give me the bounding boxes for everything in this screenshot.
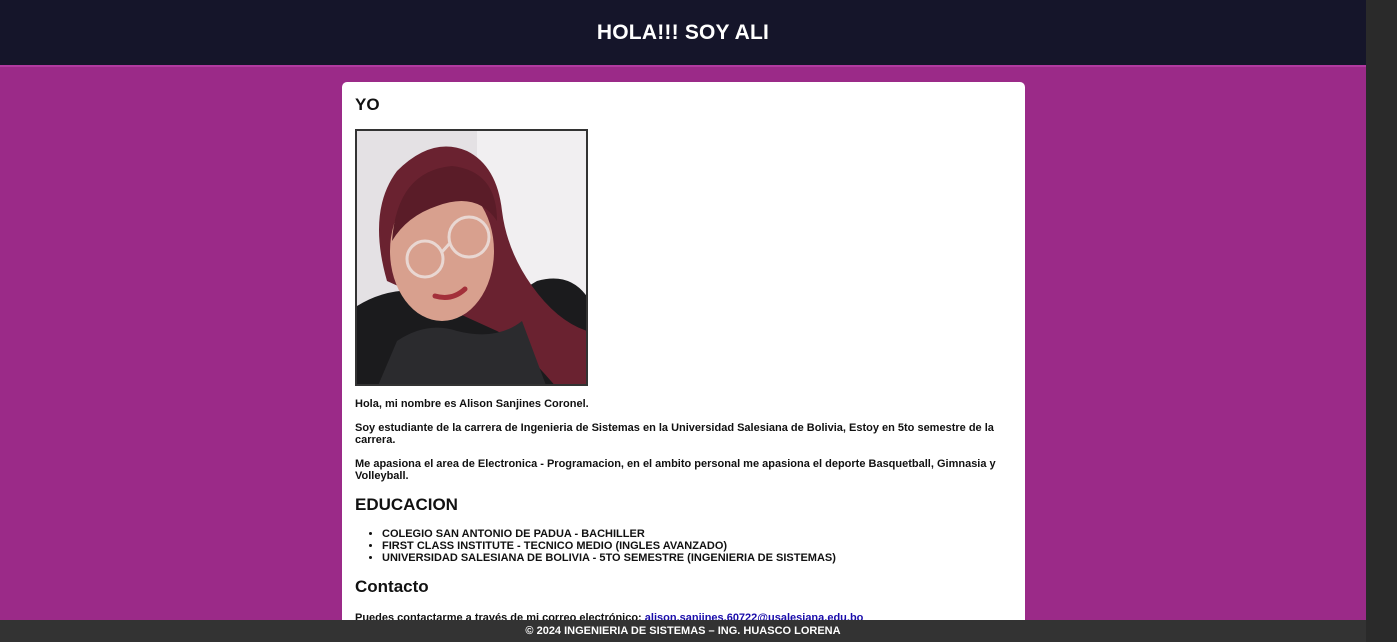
about-heading: YO — [355, 95, 380, 114]
site-header: HOLA!!! SOY ALI — [0, 0, 1366, 67]
list-item: COLEGIO SAN ANTONIO DE PADUA - BACHILLER — [382, 528, 1012, 540]
site-footer: © 2024 INGENIERIA DE SISTEMAS – ING. HUA… — [0, 620, 1366, 642]
study-text: Soy estudiante de la carrera de Ingenier… — [355, 422, 994, 446]
contact-heading: Contacto — [355, 577, 429, 596]
education-list: COLEGIO SAN ANTONIO DE PADUA - BACHILLER… — [355, 528, 1012, 564]
education-heading: EDUCACION — [355, 495, 458, 514]
scrollbar[interactable] — [1366, 0, 1397, 642]
intro-text: Hola, mi nombre es Alison Sanjines Coron… — [355, 398, 589, 410]
passion-text: Me apasiona el area de Electronica - Pro… — [355, 458, 996, 482]
list-item: FIRST CLASS INSTITUTE - TECNICO MEDIO (I… — [382, 540, 1012, 552]
scrollbar-thumb[interactable] — [1366, 0, 1397, 642]
page: HOLA!!! SOY ALI YO Hola, mi nombre es Al… — [0, 0, 1366, 642]
page-title: HOLA!!! SOY ALI — [596, 20, 770, 44]
profile-card: YO Hola, mi nombre es Alison Sanjines Co… — [342, 82, 1025, 642]
profile-photo — [355, 129, 588, 386]
list-item: UNIVERSIDAD SALESIANA DE BOLIVIA - 5TO S… — [382, 552, 1012, 564]
footer-text: © 2024 INGENIERIA DE SISTEMAS – ING. HUA… — [525, 625, 841, 637]
